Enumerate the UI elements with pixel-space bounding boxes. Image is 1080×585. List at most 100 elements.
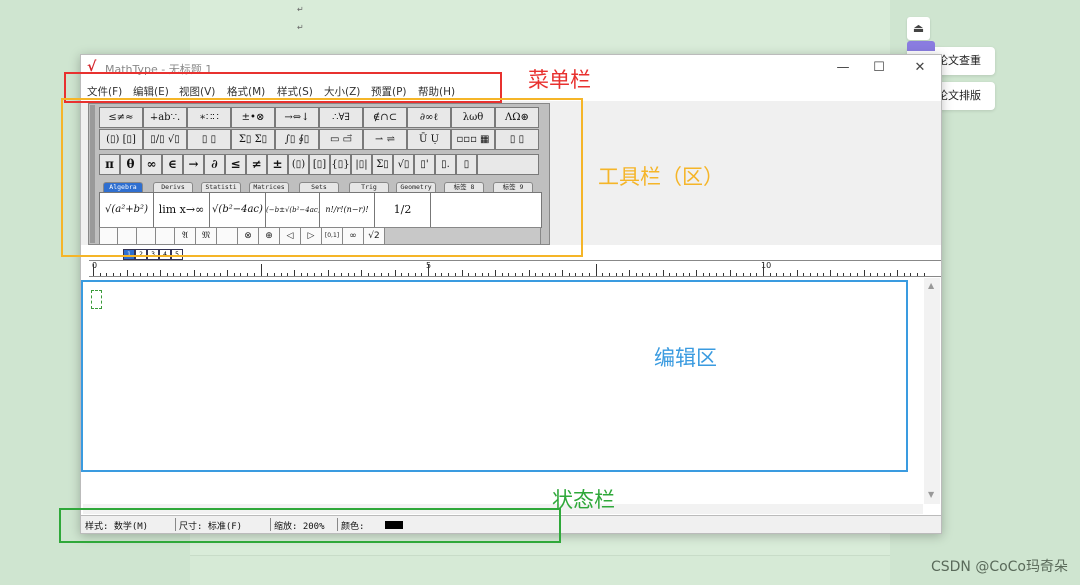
ruler-tick <box>548 273 550 276</box>
ruler-tick <box>247 273 249 276</box>
eject-icon[interactable]: ⏏ <box>907 17 930 40</box>
ruler-tick <box>816 273 818 276</box>
ruler-tick <box>193 270 195 276</box>
ruler-tick <box>213 273 215 276</box>
ruler-tick <box>407 273 409 276</box>
maximize-button[interactable]: ☐ <box>865 59 893 77</box>
ruler-tick <box>434 273 436 276</box>
ruler-tick <box>615 273 617 276</box>
ruler-tick <box>850 273 852 276</box>
ruler-tick <box>742 273 744 276</box>
ruler-tick <box>669 273 671 276</box>
ruler-tick <box>481 273 483 276</box>
ruler-tick <box>106 273 108 276</box>
ruler-tick <box>541 273 543 276</box>
ruler-tick <box>608 273 610 276</box>
ruler-tick <box>387 273 389 276</box>
ruler-tick <box>622 273 624 276</box>
ruler-tick <box>166 273 168 276</box>
ruler-tick <box>401 273 403 276</box>
toolbar-annotation: 工具栏（区） <box>598 165 724 189</box>
ruler-tick <box>796 270 798 276</box>
scroll-up-icon[interactable]: ▲ <box>928 281 934 290</box>
ruler-tick <box>307 273 309 276</box>
ruler-tick <box>474 273 476 276</box>
document-page-bottom <box>190 555 890 585</box>
ruler-tick <box>374 273 376 276</box>
ruler-tick <box>113 273 115 276</box>
ruler-tick <box>93 264 94 276</box>
ruler-tick <box>139 273 141 276</box>
ruler-tick <box>689 273 691 276</box>
ruler-tick <box>763 264 764 276</box>
ruler-tick <box>655 273 657 276</box>
ruler: 0 5 10 <box>89 260 941 277</box>
ruler-tick <box>267 273 269 276</box>
ruler-tick <box>468 273 470 276</box>
ruler-tick <box>756 273 758 276</box>
ruler-tick <box>642 273 644 276</box>
ruler-tick <box>488 273 490 276</box>
ruler-tick <box>528 270 530 276</box>
ruler-tick <box>381 273 383 276</box>
ruler-tick <box>783 273 785 276</box>
ruler-tick <box>173 273 175 276</box>
ruler-tick <box>716 273 718 276</box>
ruler-tick <box>709 273 711 276</box>
ruler-tick <box>508 273 510 276</box>
ruler-tick <box>119 273 121 276</box>
ruler-tick <box>314 273 316 276</box>
ruler-tick <box>736 273 738 276</box>
return-mark-1: ↵ <box>297 5 304 14</box>
ruler-tick <box>702 273 704 276</box>
close-button[interactable]: ✕ <box>906 59 934 77</box>
ruler-tick <box>903 273 905 276</box>
ruler-tick <box>823 273 825 276</box>
ruler-tick <box>602 273 604 276</box>
ruler-tick <box>789 273 791 276</box>
ruler-tick <box>649 273 651 276</box>
ruler-tick <box>535 273 537 276</box>
ruler-tick <box>160 270 161 276</box>
ruler-tick <box>146 273 148 276</box>
ruler-tick <box>367 273 369 276</box>
ruler-tick <box>856 273 858 276</box>
ruler-tick <box>917 273 919 276</box>
ruler-tick <box>428 264 429 276</box>
ruler-tick <box>662 270 664 276</box>
ruler-tick <box>675 273 677 276</box>
ruler-tick <box>186 273 188 276</box>
return-mark-2: ↵ <box>297 23 304 32</box>
ruler-tick <box>588 273 590 276</box>
ruler-tick <box>749 273 751 276</box>
ruler-tick <box>923 273 925 276</box>
ruler-tick <box>595 264 597 276</box>
ruler-tick <box>126 270 128 276</box>
ruler-tick <box>347 273 349 276</box>
ruler-tick <box>515 273 517 276</box>
paper-check-icon <box>907 41 935 51</box>
scroll-down-icon[interactable]: ▼ <box>928 490 934 499</box>
ruler-tick <box>521 273 523 276</box>
ruler-tick <box>575 273 577 276</box>
editor-annotation: 编辑区 <box>654 346 717 370</box>
ruler-tick <box>722 273 724 276</box>
minimize-button[interactable]: — <box>829 59 857 77</box>
ruler-tick <box>883 273 885 276</box>
ruler-tick <box>897 270 898 276</box>
ruler-tick <box>729 270 731 276</box>
watermark: CSDN @CoCo玛奇朵 <box>930 559 1068 575</box>
ruler-tick <box>863 270 865 276</box>
ruler-tick <box>253 273 255 276</box>
ruler-tick <box>635 273 637 276</box>
vertical-scrollbar[interactable]: ▲ ▼ <box>924 278 940 504</box>
ruler-tick <box>320 273 322 276</box>
ruler-tick <box>769 273 771 276</box>
ruler-tick <box>890 273 892 276</box>
ruler-tick <box>803 273 805 276</box>
ruler-tick <box>300 273 302 276</box>
ruler-tick <box>441 273 443 276</box>
ruler-tick <box>260 264 262 276</box>
paper-format-label: 论文排版 <box>937 89 981 102</box>
ruler-tick <box>206 273 208 276</box>
